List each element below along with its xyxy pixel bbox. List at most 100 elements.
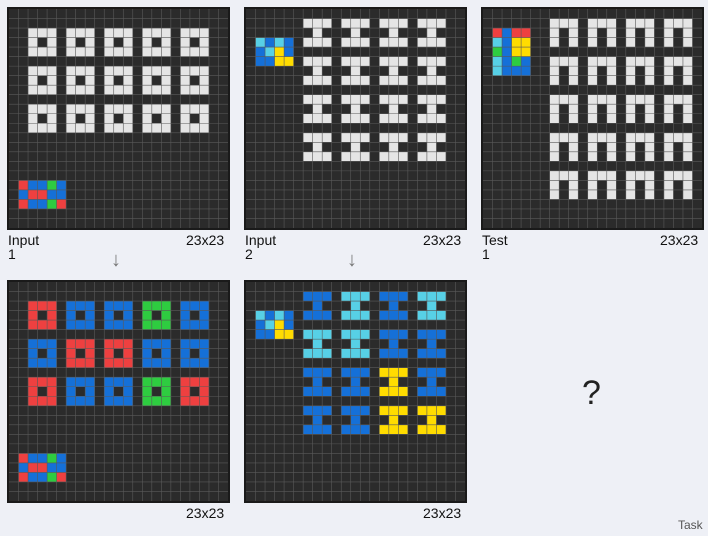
grid-cell[interactable] xyxy=(28,453,38,463)
grid-cell[interactable] xyxy=(66,320,76,330)
grid-cell[interactable] xyxy=(142,386,152,397)
grid-cell[interactable] xyxy=(151,377,162,387)
grid-cell[interactable] xyxy=(322,94,332,105)
grid-cell[interactable] xyxy=(265,56,275,67)
grid-cell[interactable] xyxy=(123,386,133,397)
grid-cell[interactable] xyxy=(398,75,408,86)
grid-cell[interactable] xyxy=(644,113,655,124)
grid-cell[interactable] xyxy=(492,56,503,67)
grid-cell[interactable] xyxy=(113,47,124,57)
grid-cell[interactable] xyxy=(322,56,332,67)
grid-cell[interactable] xyxy=(312,329,323,340)
grid-cell[interactable] xyxy=(28,199,38,209)
grid-cell[interactable] xyxy=(549,94,560,105)
grid-cell[interactable] xyxy=(66,358,76,368)
grid-cell[interactable] xyxy=(587,142,598,152)
grid-cell[interactable] xyxy=(644,28,655,38)
grid-cell[interactable] xyxy=(644,56,655,67)
grid-cell[interactable] xyxy=(682,180,693,190)
grid-cell[interactable] xyxy=(28,348,38,359)
grid-cell[interactable] xyxy=(350,367,361,378)
grid-cell[interactable] xyxy=(682,28,693,38)
grid-cell[interactable] xyxy=(644,180,655,190)
grid-cell[interactable] xyxy=(303,132,313,143)
grid-cell[interactable] xyxy=(37,472,48,482)
grid-cell[interactable] xyxy=(189,339,200,349)
grid-cell[interactable] xyxy=(28,386,38,397)
grid-cell[interactable] xyxy=(568,113,579,124)
grid-cell[interactable] xyxy=(189,123,200,133)
grid-cell[interactable] xyxy=(303,94,313,105)
grid-cell[interactable] xyxy=(426,94,437,105)
grid-cell[interactable] xyxy=(255,37,266,48)
grid-cell[interactable] xyxy=(274,56,285,67)
grid-cell[interactable] xyxy=(379,75,389,86)
grid-cell[interactable] xyxy=(142,104,152,114)
grid-cell[interactable] xyxy=(663,189,674,200)
grid-cell[interactable] xyxy=(587,132,598,143)
grid-cell[interactable] xyxy=(199,75,209,86)
grid-cell[interactable] xyxy=(56,199,67,209)
grid-cell[interactable] xyxy=(312,415,323,425)
grid-cell[interactable] xyxy=(644,132,655,143)
grid-cell[interactable] xyxy=(673,170,683,181)
grid-cell[interactable] xyxy=(37,85,48,95)
grid-cell[interactable] xyxy=(426,66,437,76)
grid-cell[interactable] xyxy=(113,66,124,76)
grid-cell[interactable] xyxy=(521,47,531,57)
grid-cell[interactable] xyxy=(189,377,200,387)
grid-cell[interactable] xyxy=(142,339,152,349)
grid-cell[interactable] xyxy=(104,113,114,124)
grid-cell[interactable] xyxy=(104,85,114,95)
grid-cell[interactable] xyxy=(597,94,607,105)
grid-cell[interactable] xyxy=(47,28,57,38)
grid-cell[interactable] xyxy=(350,28,361,38)
grid-cell[interactable] xyxy=(189,47,200,57)
grid-cell[interactable] xyxy=(417,37,427,48)
grid-cell[interactable] xyxy=(663,151,674,162)
grid-cell[interactable] xyxy=(113,320,124,330)
grid-cell[interactable] xyxy=(568,170,579,181)
grid-cell[interactable] xyxy=(398,132,408,143)
grid-cell[interactable] xyxy=(151,320,162,330)
grid-cell[interactable] xyxy=(47,47,57,57)
grid-cell[interactable] xyxy=(625,66,636,76)
grid-cell[interactable] xyxy=(388,28,399,38)
grid-cell[interactable] xyxy=(104,396,114,406)
grid-cell[interactable] xyxy=(436,113,446,124)
grid-cell[interactable] xyxy=(265,320,275,330)
grid-cell[interactable] xyxy=(161,320,171,330)
grid-cell[interactable] xyxy=(350,386,361,397)
grid-cell[interactable] xyxy=(104,104,114,114)
grid-cell[interactable] xyxy=(360,348,370,359)
grid-cell[interactable] xyxy=(123,310,133,321)
grid-cell[interactable] xyxy=(492,28,503,38)
grid-cell[interactable] xyxy=(360,405,370,416)
grid-cell[interactable] xyxy=(388,18,399,29)
grid-cell[interactable] xyxy=(104,28,114,38)
grid-cell[interactable] xyxy=(379,405,389,416)
grid-cell[interactable] xyxy=(635,94,645,105)
grid-cell[interactable] xyxy=(644,151,655,162)
grid-cell[interactable] xyxy=(255,47,266,57)
grid-cell[interactable] xyxy=(350,348,361,359)
grid-cell[interactable] xyxy=(360,56,370,67)
grid-cell[interactable] xyxy=(417,56,427,67)
grid-cell[interactable] xyxy=(492,66,503,76)
grid-cell[interactable] xyxy=(568,37,579,48)
grid-cell[interactable] xyxy=(388,415,399,425)
grid-cell[interactable] xyxy=(379,113,389,124)
grid-cell[interactable] xyxy=(587,28,598,38)
grid-cell[interactable] xyxy=(66,301,76,311)
grid-cell[interactable] xyxy=(85,386,95,397)
grid-cell[interactable] xyxy=(56,180,67,190)
grid-cell[interactable] xyxy=(673,132,683,143)
grid-cell[interactable] xyxy=(104,301,114,311)
grid-cell[interactable] xyxy=(350,377,361,387)
grid-cell[interactable] xyxy=(417,424,427,435)
grid-cell[interactable] xyxy=(255,56,266,67)
grid-cell[interactable] xyxy=(37,180,48,190)
grid-cell[interactable] xyxy=(142,28,152,38)
grid-cell[interactable] xyxy=(360,291,370,302)
grid-cell[interactable] xyxy=(521,66,531,76)
